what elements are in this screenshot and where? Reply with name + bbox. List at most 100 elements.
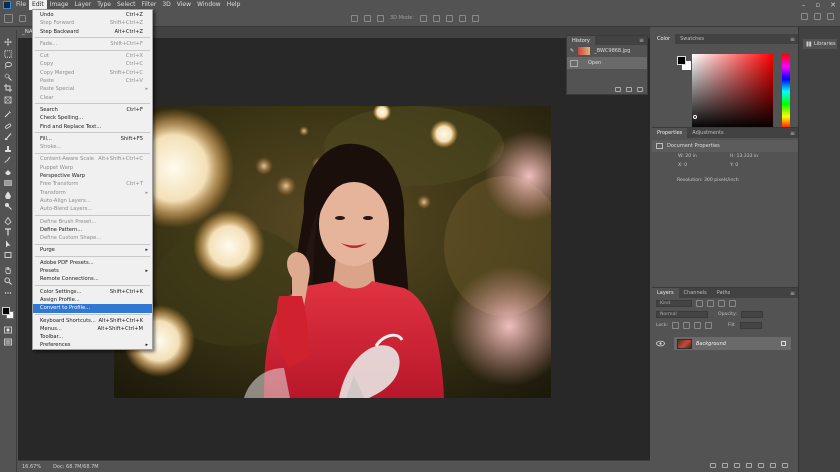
panel-menu-icon[interactable]: ≡ (790, 130, 795, 137)
layer-background[interactable]: Background (674, 337, 791, 350)
color-chips[interactable] (1, 306, 15, 320)
doc-size-readout[interactable]: Doc: 68.7M/68.7M (53, 464, 99, 470)
new-document-from-state-icon[interactable] (615, 86, 621, 92)
menu-item-step-forward[interactable]: Step Forward Shift+Ctrl+Z (33, 19, 152, 27)
pen-tool-icon[interactable] (3, 216, 14, 226)
frame-tool-icon[interactable] (3, 96, 14, 105)
camera-icon[interactable] (626, 86, 632, 92)
menu-item-presets[interactable]: Presets ▸ (33, 267, 152, 275)
crop-tool-icon[interactable] (3, 84, 14, 93)
align-icon[interactable] (351, 14, 358, 22)
brush-tool-icon[interactable] (3, 133, 14, 142)
menu-item-define-brush-preset[interactable]: Define Brush Preset... (33, 218, 152, 226)
filter-adjustment-icon[interactable] (707, 300, 714, 307)
height-field[interactable]: H: 13.333 in (730, 154, 760, 159)
tab-history[interactable]: History (567, 35, 595, 46)
blur-tool-icon[interactable] (3, 191, 14, 200)
menu-item-perspective-warp[interactable]: Perspective Warp (33, 172, 152, 180)
menu-item-undo[interactable]: Undo Ctrl+Z (33, 11, 152, 19)
tab-adjustments[interactable]: Adjustments (687, 128, 728, 138)
panel-menu-icon[interactable]: ≡ (790, 290, 795, 297)
menu-item-preferences[interactable]: Preferences ▸ (33, 341, 152, 349)
layer-style-icon[interactable] (722, 463, 728, 468)
filter-shape-icon[interactable] (729, 300, 736, 307)
panel-menu-icon[interactable]: ≡ (639, 37, 644, 44)
hand-tool-icon[interactable] (3, 266, 14, 275)
panel-menu-icon[interactable]: ≡ (790, 36, 795, 43)
restore-icon[interactable]: ▫ (815, 1, 820, 9)
share-icon[interactable] (827, 13, 834, 20)
menu-item-find-and-replace-text[interactable]: Find and Replace Text... (33, 123, 152, 131)
move-tool-icon[interactable] (3, 38, 14, 47)
menu-item-fill[interactable]: Fill... Shift+F5 (33, 135, 152, 143)
type-tool-icon[interactable] (3, 228, 14, 237)
menu-item-content-aware-scale[interactable]: Content-Aware Scale Alt+Shift+Ctrl+C (33, 155, 152, 163)
color-field[interactable] (692, 54, 773, 129)
lock-position-icon[interactable] (694, 322, 702, 329)
filter-type-icon[interactable] (718, 300, 725, 307)
menu-item-adobe-pdf-presets[interactable]: Adobe PDF Presets... (33, 259, 152, 267)
gradient-tool-icon[interactable] (3, 179, 14, 188)
blend-mode-select[interactable]: Normal (656, 311, 708, 318)
menu-file[interactable]: File (13, 0, 29, 10)
menu-item-copy[interactable]: Copy Ctrl+C (33, 60, 152, 68)
rectangle-tool-icon[interactable] (3, 251, 14, 260)
menu-item-check-spelling[interactable]: Check Spelling... (33, 114, 152, 122)
link-layers-icon[interactable] (710, 463, 716, 468)
lock-all-icon[interactable] (705, 322, 713, 329)
quick-mask-icon[interactable] (3, 326, 14, 335)
move-tool-preset-icon[interactable] (4, 13, 13, 23)
menu-item-clear[interactable]: Clear (33, 94, 152, 102)
foreground-color-swatch[interactable] (677, 56, 686, 65)
menu-item-auto-blend-layers[interactable]: Auto-Blend Layers... (33, 205, 152, 213)
menu-item-step-backward[interactable]: Step Backward Alt+Ctrl+Z (33, 28, 152, 36)
tab-paths[interactable]: Paths (712, 288, 736, 298)
history-state-open[interactable]: Open (567, 57, 647, 69)
y-field[interactable]: Y: 0 (730, 163, 760, 168)
menu-item-stroke[interactable]: Stroke... (33, 143, 152, 151)
new-layer-icon[interactable] (770, 463, 776, 468)
history-brush-tool-icon[interactable] (3, 156, 14, 165)
width-field[interactable]: W: 20 in (678, 154, 708, 159)
libraries-button[interactable]: Libraries (803, 39, 837, 49)
more-tools-icon[interactable] (3, 289, 14, 298)
menu-item-convert-to-profile[interactable]: Convert to Profile... (33, 304, 152, 313)
path-selection-tool-icon[interactable] (3, 240, 14, 249)
menu-item-define-custom-shape[interactable]: Define Custom Shape... (33, 234, 152, 242)
healing-brush-tool-icon[interactable] (3, 122, 14, 131)
tab-swatches[interactable]: Swatches (675, 34, 709, 44)
menu-item-auto-align-layers[interactable]: Auto-Align Layers... (33, 197, 152, 205)
lock-transparent-icon[interactable] (672, 322, 680, 329)
new-group-icon[interactable] (758, 463, 764, 468)
trash-icon[interactable] (637, 86, 643, 92)
menu-item-toolbar[interactable]: Toolbar... (33, 333, 152, 341)
lasso-tool-icon[interactable] (3, 61, 14, 70)
distribute-icon[interactable] (364, 14, 371, 22)
menu-item-keyboard-shortcuts[interactable]: Keyboard Shortcuts... Alt+Shift+Ctrl+K (33, 317, 152, 325)
quick-selection-tool-icon[interactable] (3, 73, 14, 82)
menu-help[interactable]: Help (224, 0, 244, 10)
color-picker-handle[interactable] (693, 115, 697, 119)
filter-pixel-icon[interactable] (696, 300, 703, 307)
layer-filter-kind[interactable]: Kind (656, 300, 692, 307)
opacity-input[interactable] (740, 311, 763, 318)
menu-item-paste-special[interactable]: Paste Special ▸ (33, 85, 152, 93)
tab-properties[interactable]: Properties (652, 128, 688, 138)
menu-item-search[interactable]: Search Ctrl+F (33, 106, 152, 114)
menu-item-define-pattern[interactable]: Define Pattern... (33, 226, 152, 234)
hue-slider[interactable] (782, 54, 790, 129)
menu-item-puppet-warp[interactable]: Puppet Warp (33, 164, 152, 172)
trash-icon[interactable] (782, 463, 788, 468)
add-mask-icon[interactable] (734, 463, 740, 468)
search-icon[interactable] (801, 13, 808, 20)
menu-item-color-settings[interactable]: Color Settings... Shift+Ctrl+K (33, 288, 152, 296)
menu-item-fade[interactable]: Fade... Shift+Ctrl+F (33, 40, 152, 48)
3d-roll-icon[interactable] (432, 14, 440, 22)
3d-scale-icon[interactable] (471, 14, 479, 22)
zoom-level[interactable]: 16.67% (22, 464, 41, 470)
adjustment-layer-icon[interactable] (746, 463, 752, 468)
color-panel-chips[interactable] (677, 56, 691, 70)
lock-image-icon[interactable] (683, 322, 691, 329)
canvas-photo[interactable] (114, 106, 551, 398)
eyedropper-tool-icon[interactable] (3, 110, 14, 119)
